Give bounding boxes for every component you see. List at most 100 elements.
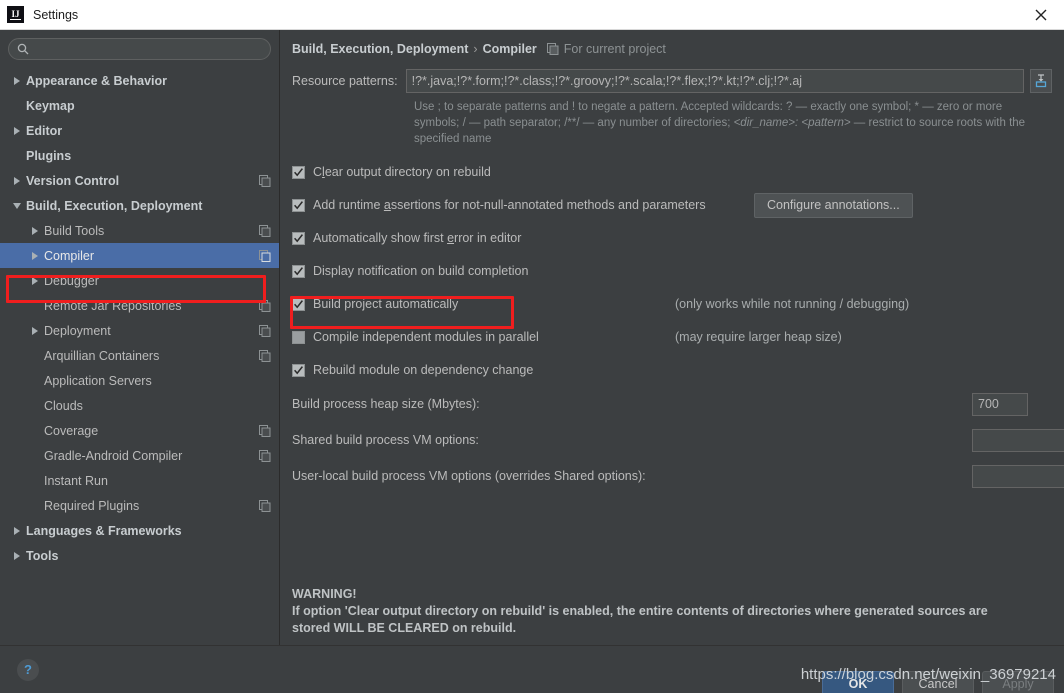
sidebar-item-deployment[interactable]: Deployment	[0, 318, 279, 343]
sidebar-item-label: Deployment	[44, 323, 111, 338]
warning-body-2: stored WILL BE CLEARED on rebuild.	[292, 621, 517, 635]
sidebar-item-remote-jar-repositories[interactable]: Remote Jar Repositories	[0, 293, 279, 318]
sidebar-item-label: Appearance & Behavior	[26, 73, 168, 88]
sidebar-item-build-execution-deployment[interactable]: Build, Execution, Deployment	[0, 193, 279, 218]
sidebar-item-clouds[interactable]: Clouds	[0, 393, 279, 418]
checkbox-row-display-notification-on-build-completion: Display notification on build completion	[292, 260, 1052, 282]
breadcrumb-scope-label: For current project	[563, 42, 666, 56]
panel-spacer	[292, 500, 1052, 586]
sidebar-item-label: Required Plugins	[44, 498, 140, 513]
field-row-shared-build-process-vm-options: Shared build process VM options:	[292, 428, 1064, 452]
search-icon	[17, 43, 29, 55]
module-icon	[259, 499, 271, 512]
resource-patterns-label: Resource patterns:	[292, 74, 398, 88]
sidebar-item-tools[interactable]: Tools	[0, 543, 279, 568]
search-wrapper	[0, 30, 279, 64]
hint-line-2-italic: <dir_name>: <pattern>	[733, 117, 851, 129]
footer-button-group: OK Cancel Apply	[822, 671, 1054, 693]
settings-search-box[interactable]	[8, 38, 271, 60]
chevron-right-icon[interactable]	[28, 324, 41, 337]
sidebar-item-label: Tools	[26, 548, 59, 563]
checkbox-label: Build project automatically	[313, 297, 459, 311]
sidebar-item-instant-run[interactable]: Instant Run	[0, 468, 279, 493]
intellij-logo-text: IJ	[11, 8, 20, 19]
sidebar-item-keymap[interactable]: Keymap	[0, 93, 279, 118]
compiler-settings-panel: Build, Execution, Deployment › Compiler …	[280, 30, 1064, 645]
configure-annotations-button[interactable]: Configure annotations...	[754, 192, 913, 218]
sidebar-item-required-plugins[interactable]: Required Plugins	[0, 493, 279, 518]
breadcrumb-parent[interactable]: Build, Execution, Deployment	[292, 42, 468, 56]
field-input-user-local-build-process-vm-options-overri[interactable]	[972, 464, 1064, 488]
settings-tree: Appearance & Behavior Keymap Editor Plugins…	[0, 64, 279, 645]
insert-into-field-icon[interactable]	[1030, 69, 1052, 93]
sidebar-item-label: Clouds	[44, 398, 83, 413]
sidebar-item-label: Remote Jar Repositories	[44, 298, 182, 313]
field-label: Shared build process VM options:	[292, 433, 479, 447]
resource-patterns-hint: Use ; to separate patterns and ! to nega…	[414, 99, 1034, 147]
settings-sidebar: Appearance & Behavior Keymap Editor Plugins…	[0, 30, 280, 645]
checkbox-label: Rebuild module on dependency change	[313, 363, 534, 377]
chevron-right-icon[interactable]	[10, 549, 23, 562]
chevron-right-icon[interactable]	[10, 174, 23, 187]
field-input-build-process-heap-size-mbytes[interactable]	[972, 392, 1028, 416]
checkbox-display-notification-on-build-completion[interactable]	[292, 264, 305, 278]
sidebar-item-version-control[interactable]: Version Control	[0, 168, 279, 193]
sidebar-item-gradle-android-compiler[interactable]: Gradle-Android Compiler	[0, 443, 279, 468]
chevron-down-icon[interactable]	[10, 199, 23, 212]
checkbox-clear-output-directory-on-rebuild[interactable]	[292, 165, 305, 179]
checkbox-add-runtime-assertions-for-not-null-annota[interactable]	[292, 198, 305, 212]
sidebar-item-plugins[interactable]: Plugins	[0, 143, 279, 168]
chevron-right-icon[interactable]	[10, 124, 23, 137]
module-icon	[259, 349, 271, 362]
sidebar-item-editor[interactable]: Editor	[0, 118, 279, 143]
sidebar-item-appearance-behavior[interactable]: Appearance & Behavior	[0, 68, 279, 93]
sidebar-item-arquillian-containers[interactable]: Arquillian Containers	[0, 343, 279, 368]
field-row-user-local-build-process-vm-options-overri: User-local build process VM options (ove…	[292, 464, 1064, 488]
title-bar: IJ Settings	[0, 0, 1064, 30]
module-icon	[259, 424, 271, 437]
sidebar-item-label: Plugins	[26, 148, 72, 163]
checkbox-row-add-runtime-assertions-for-not-null-annota: Add runtime assertions for not-null-anno…	[292, 192, 1052, 218]
intellij-logo-icon: IJ	[7, 6, 24, 23]
window-title: Settings	[33, 7, 79, 22]
sidebar-item-label: Version Control	[26, 173, 120, 188]
checkbox-row-compile-independent-modules-in-parallel: Compile independent modules in parallel (…	[292, 326, 1052, 348]
hint-line-1: Use ; to separate patterns and ! to nega…	[414, 101, 1003, 113]
field-label: Build process heap size (Mbytes):	[292, 397, 480, 411]
resource-patterns-row: Resource patterns:	[292, 69, 1052, 93]
sidebar-item-debugger[interactable]: Debugger	[0, 268, 279, 293]
sidebar-item-languages-frameworks[interactable]: Languages & Frameworks	[0, 518, 279, 543]
module-icon	[259, 224, 271, 237]
sidebar-item-label: Build Tools	[44, 223, 105, 238]
close-icon[interactable]	[1018, 0, 1064, 30]
chevron-right-icon[interactable]	[28, 249, 41, 262]
checkbox-automatically-show-first-error-in-editor[interactable]	[292, 231, 305, 245]
sidebar-item-compiler[interactable]: Compiler	[0, 243, 279, 268]
breadcrumb-current: Compiler	[482, 42, 537, 56]
sidebar-item-coverage[interactable]: Coverage	[0, 418, 279, 443]
sidebar-item-build-tools[interactable]: Build Tools	[0, 218, 279, 243]
checkbox-row-clear-output-directory-on-rebuild: Clear output directory on rebuild	[292, 161, 1052, 183]
help-question-icon[interactable]: ?	[17, 658, 39, 681]
apply-button[interactable]: Apply	[982, 671, 1054, 693]
field-input-shared-build-process-vm-options[interactable]	[972, 428, 1064, 452]
checkbox-row-automatically-show-first-error-in-editor: Automatically show first error in editor	[292, 227, 1052, 249]
module-icon	[259, 174, 271, 187]
module-icon	[259, 324, 271, 337]
checkbox-compile-independent-modules-in-parallel[interactable]	[292, 330, 305, 344]
chevron-right-icon[interactable]	[28, 274, 41, 287]
cancel-button[interactable]: Cancel	[902, 671, 974, 693]
chevron-right-icon[interactable]	[10, 74, 23, 87]
checkbox-build-project-automatically[interactable]	[292, 297, 305, 311]
checkbox-rebuild-module-on-dependency-change[interactable]	[292, 363, 305, 377]
checkbox-label: Compile independent modules in parallel	[313, 330, 539, 344]
ok-button[interactable]: OK	[822, 671, 894, 693]
warning-body-1: If option 'Clear output directory on reb…	[292, 604, 988, 618]
chevron-right-icon[interactable]	[10, 524, 23, 537]
sidebar-item-application-servers[interactable]: Application Servers	[0, 368, 279, 393]
module-icon	[259, 249, 271, 262]
resource-patterns-input[interactable]	[405, 69, 1024, 93]
field-row-build-process-heap-size-mbytes: Build process heap size (Mbytes):	[292, 392, 1052, 416]
chevron-right-icon[interactable]	[28, 224, 41, 237]
search-input[interactable]	[34, 41, 262, 57]
